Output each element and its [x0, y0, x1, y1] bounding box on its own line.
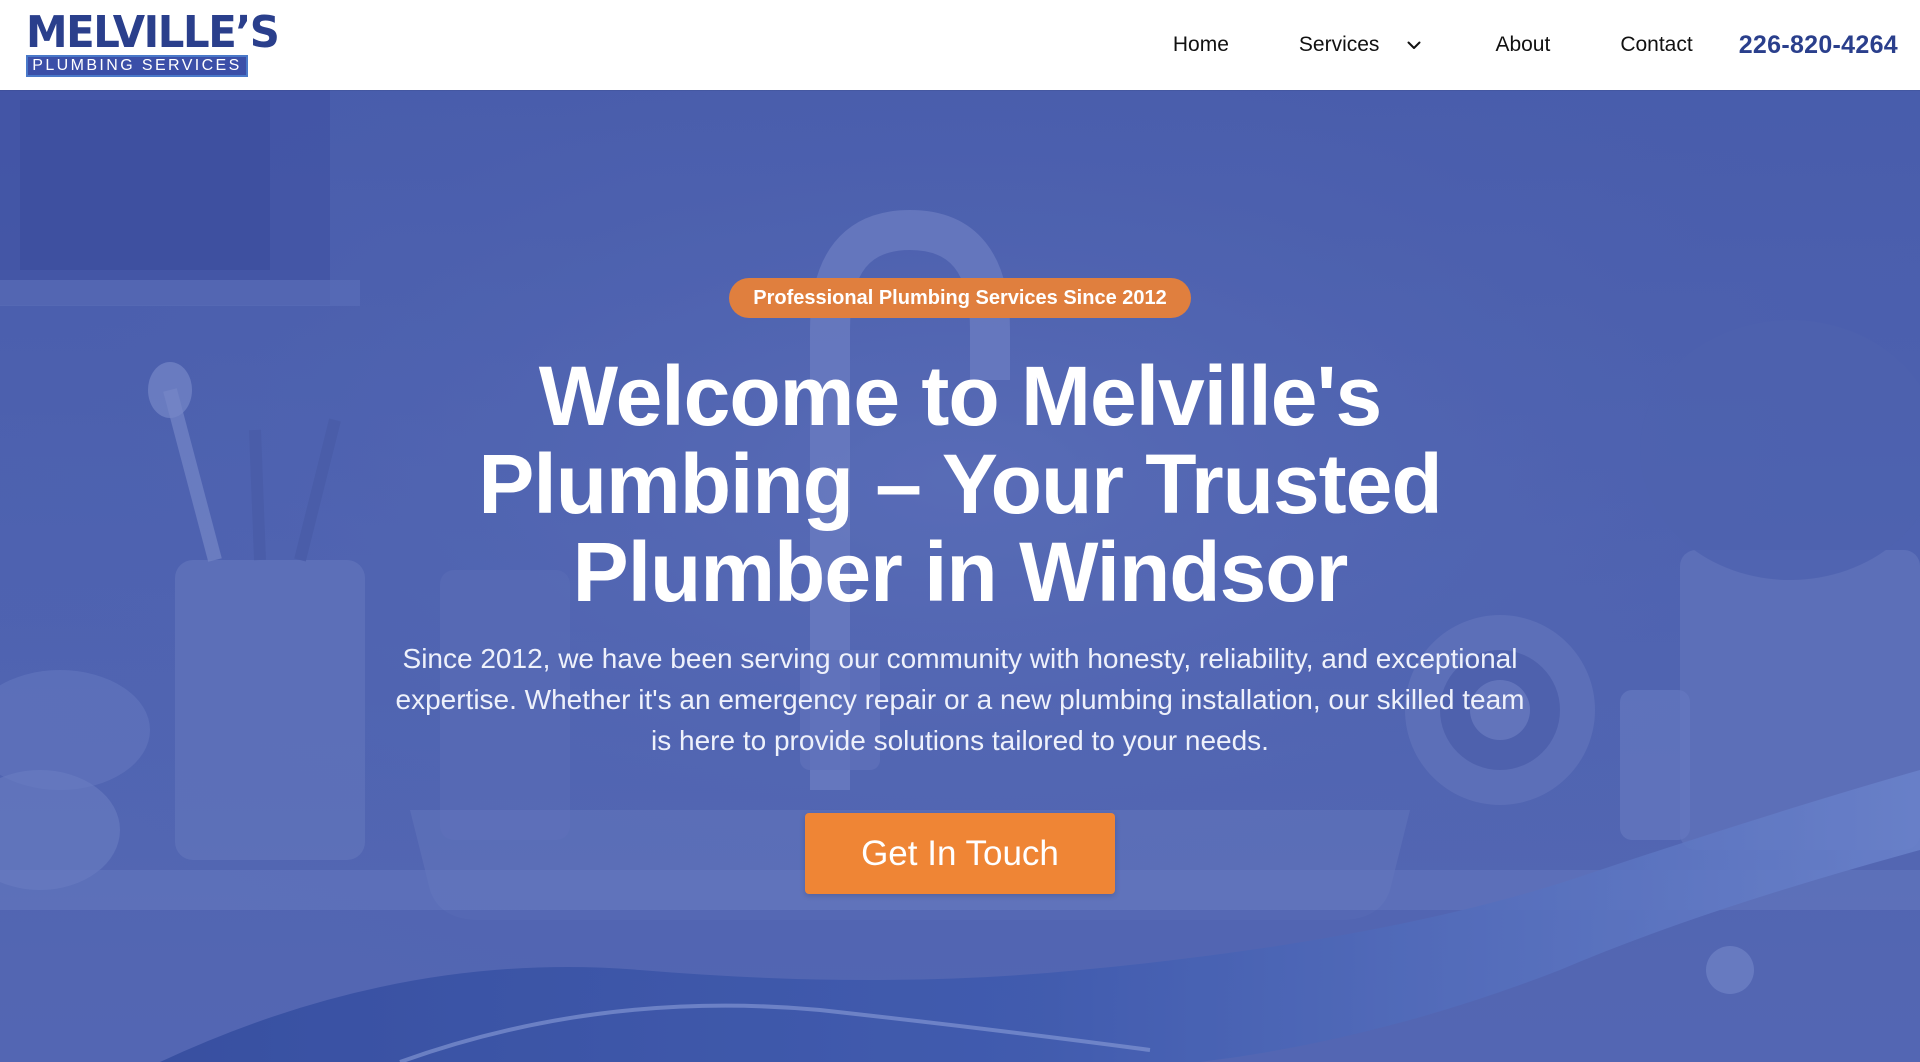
nav-services[interactable]: Services [1299, 33, 1424, 57]
hero-section: Professional Plumbing Services Since 201… [0, 90, 1920, 1062]
nav-home[interactable]: Home [1173, 33, 1229, 57]
hero-content: Professional Plumbing Services Since 201… [0, 90, 1920, 1062]
hero-title: Welcome to Melville's Plumbing – Your Tr… [478, 349, 1442, 619]
brand-logo[interactable]: MELVILLE’S PLUMBING SERVICES [26, 7, 280, 77]
site-header: MELVILLE’S PLUMBING SERVICES Home Servic… [0, 0, 1920, 90]
get-in-touch-button[interactable]: Get In Touch [805, 813, 1115, 894]
chevron-down-icon[interactable] [1405, 36, 1423, 54]
logo-tagline: PLUMBING SERVICES [26, 55, 248, 77]
phone-link[interactable]: 226-820-4264 [1739, 31, 1898, 60]
nav-contact[interactable]: Contact [1620, 33, 1692, 57]
hero-badge: Professional Plumbing Services Since 201… [729, 278, 1191, 318]
hero-description: Since 2012, we have been serving our com… [395, 643, 1525, 756]
nav-services-label: Services [1298, 33, 1380, 56]
nav-about[interactable]: About [1495, 33, 1550, 57]
main-nav: Home Services About Contact 226-820-4264 [1173, 31, 1898, 60]
logo-wordmark: MELVILLE’S [26, 7, 280, 58]
